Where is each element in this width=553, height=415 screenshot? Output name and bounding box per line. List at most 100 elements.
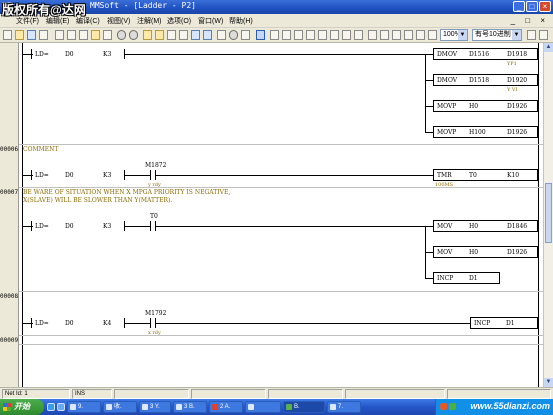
start-button[interactable]: 开始	[0, 399, 44, 415]
globe-icon[interactable]	[229, 30, 238, 40]
display-icon[interactable]	[527, 30, 536, 40]
contact-nc-icon[interactable]	[282, 30, 291, 40]
vline-icon[interactable]	[380, 30, 389, 40]
compare-operand-a[interactable]: D0	[65, 51, 74, 58]
hline-icon[interactable]	[368, 30, 377, 40]
maximize-button[interactable]: □	[526, 1, 538, 12]
find-icon[interactable]	[416, 30, 425, 40]
contact-no-icon[interactable]	[270, 30, 279, 40]
calc-icon[interactable]	[217, 30, 226, 40]
rung-separator	[19, 291, 543, 292]
delete-icon[interactable]	[91, 30, 100, 40]
minimize-button[interactable]: _	[513, 1, 525, 12]
list-icon[interactable]	[539, 30, 548, 40]
radix-select[interactable]: 有号10进制 ▼	[472, 29, 522, 41]
menu-window[interactable]: 窗口(W)	[198, 16, 223, 26]
desktop-icon[interactable]	[57, 403, 65, 411]
compare-op[interactable]: LD=	[35, 223, 49, 230]
taskbar-item[interactable]: 7.	[327, 401, 361, 413]
instruction-box[interactable]: INCP D1	[470, 317, 538, 329]
function-block-icon[interactable]	[354, 30, 363, 40]
undo-icon[interactable]	[103, 30, 112, 40]
run-icon[interactable]	[117, 30, 126, 40]
taskbar-item[interactable]	[245, 401, 281, 413]
taskbar-item[interactable]: 3 Y.	[139, 401, 171, 413]
mdi-controls[interactable]: _ □ ×	[511, 16, 549, 25]
compare-op[interactable]: LD=	[35, 51, 49, 58]
falling-contact-icon[interactable]	[306, 30, 315, 40]
close-button[interactable]: ×	[539, 1, 551, 12]
compare-operand-b[interactable]: K4	[103, 320, 111, 327]
zoom-select[interactable]: 100% ▼	[440, 29, 468, 41]
instruction-box[interactable]: INCP D1	[433, 272, 500, 284]
scroll-up-icon[interactable]: ▲	[544, 43, 553, 52]
menu-help[interactable]: 帮助(H)	[229, 16, 253, 26]
compare-operand-b[interactable]: K3	[103, 51, 111, 58]
replace-icon[interactable]	[428, 30, 437, 40]
status-bar: Net Id: 1 INS	[0, 387, 553, 399]
new-file-icon[interactable]	[3, 30, 12, 40]
open-file-icon[interactable]	[15, 30, 24, 40]
taskbar-item-active[interactable]: B.	[283, 401, 325, 413]
taskbar-item[interactable]: 2 A.	[209, 401, 243, 413]
taskbar-item[interactable]: 收.	[103, 401, 137, 413]
instruction-box[interactable]: MOV H0 D1926	[433, 246, 538, 258]
instruction-box[interactable]: MOV H0 D1846	[433, 220, 538, 232]
comment-icon[interactable]	[404, 30, 413, 40]
tray-icon[interactable]	[440, 403, 447, 410]
compare-operand-a[interactable]: D0	[65, 320, 74, 327]
compare-op[interactable]: LD=	[35, 172, 49, 179]
no-contact[interactable]	[150, 221, 156, 231]
set-coil-icon[interactable]	[330, 30, 339, 40]
wire	[425, 252, 433, 253]
paste-icon[interactable]	[79, 30, 88, 40]
menu-comment[interactable]: 注解(M)	[137, 16, 162, 26]
menu-options[interactable]: 选项(O)	[167, 16, 191, 26]
stop-icon[interactable]	[129, 30, 138, 40]
ladder-editor[interactable]: LD= D0 K3 DMOV D1516 D1918 YP1 DMOV D151…	[0, 43, 543, 387]
status-cell	[191, 389, 266, 399]
taskbar-item[interactable]: 3 B.	[173, 401, 207, 413]
instruction-box[interactable]: DMOV D1518 D1920	[433, 74, 538, 86]
online-icon[interactable]	[155, 30, 164, 40]
print-icon[interactable]	[39, 30, 48, 40]
check-icon[interactable]	[179, 30, 188, 40]
device-comment: Y VI	[507, 87, 518, 93]
no-contact[interactable]	[150, 170, 156, 180]
taskbar-item[interactable]: 9.	[67, 401, 101, 413]
instruction-box[interactable]: DMOV D1516 D1918	[433, 48, 538, 60]
instruction-box[interactable]: MOVP H100 D1926	[433, 126, 538, 138]
select-cursor-icon[interactable]	[256, 30, 265, 40]
compare-operand-b[interactable]: K3	[103, 172, 111, 179]
compile-icon[interactable]	[167, 30, 176, 40]
coil-icon[interactable]	[318, 30, 327, 40]
instruction-box[interactable]: TMR T0 K10	[433, 169, 538, 181]
tray-icon[interactable]	[449, 403, 456, 410]
rung-comment-line[interactable]: X(SLAVE) WILL BE SLOWER THAN Y(MATTER).	[23, 197, 172, 204]
save-icon[interactable]	[27, 30, 36, 40]
instruction-dest: D1926	[507, 103, 528, 110]
menu-view[interactable]: 视图(V)	[107, 16, 130, 26]
compare-operand-a[interactable]: D0	[65, 223, 74, 230]
download-icon[interactable]	[191, 30, 200, 40]
wire	[425, 80, 433, 81]
copy-icon[interactable]	[67, 30, 76, 40]
ie-icon[interactable]	[47, 403, 55, 411]
help-icon[interactable]	[241, 30, 250, 40]
rising-contact-icon[interactable]	[294, 30, 303, 40]
delete-line-icon[interactable]	[392, 30, 401, 40]
rung-comment[interactable]: COMMENT	[23, 146, 58, 153]
cut-icon[interactable]	[55, 30, 64, 40]
reset-coil-icon[interactable]	[342, 30, 351, 40]
scroll-down-icon[interactable]: ▼	[544, 378, 553, 387]
vertical-scrollbar[interactable]: ▲ ▼	[543, 43, 553, 387]
compare-operand-b[interactable]: K3	[103, 223, 111, 230]
instruction-box[interactable]: MOVP H0 D1926	[433, 100, 538, 112]
upload-icon[interactable]	[203, 30, 212, 40]
compare-operand-a[interactable]: D0	[65, 172, 74, 179]
rung-comment-line[interactable]: BE WARE OF SITUATION WHEN X MPGA PRIORIT…	[23, 189, 230, 196]
monitor-icon[interactable]	[143, 30, 152, 40]
no-contact[interactable]	[150, 318, 156, 328]
scroll-thumb[interactable]	[545, 183, 552, 243]
compare-op[interactable]: LD=	[35, 320, 49, 327]
